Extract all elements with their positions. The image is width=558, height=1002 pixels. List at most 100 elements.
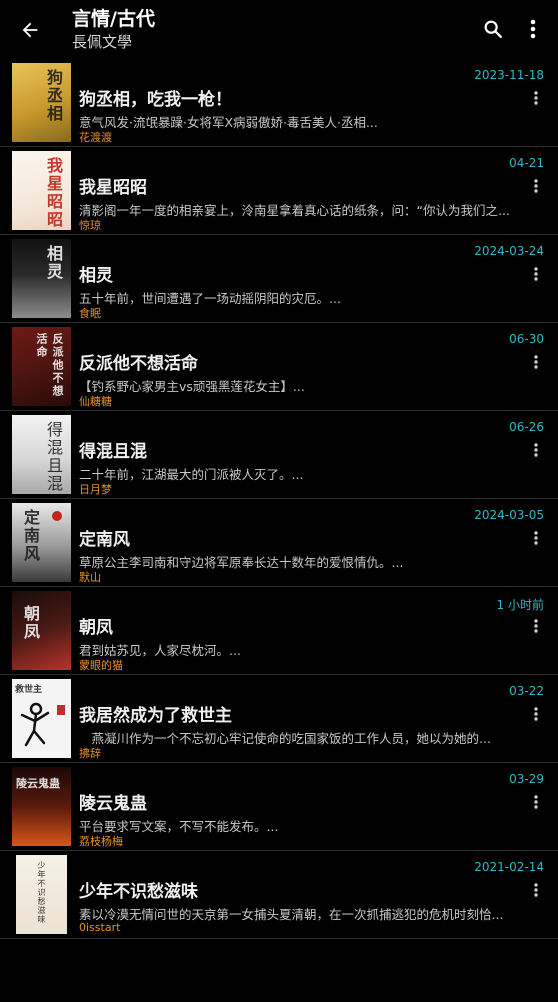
more-vertical-icon (534, 795, 538, 809)
book-row[interactable]: 我星昭昭 04-21 我星昭昭 清影阁一年一度的相亲宴上，泠南星拿着真心话的纸条… (0, 147, 558, 235)
book-date: 2024-03-24 (474, 244, 544, 258)
book-date: 06-26 (509, 420, 544, 434)
more-vertical-icon (534, 883, 538, 897)
overflow-menu-button[interactable] (518, 14, 548, 44)
book-description: 草原公主李司南和守边将军原奉长达十数年的爱恨情仇。... (79, 555, 404, 570)
book-author[interactable]: 食眠 (79, 305, 101, 321)
search-icon (484, 20, 502, 38)
book-title: 少年不识愁滋味 (79, 882, 198, 902)
book-description: 【钓系野心家男主vs顽强黑莲花女主】... (79, 379, 305, 394)
book-cover: 我星昭昭 (12, 151, 71, 230)
book-title: 相灵 (79, 266, 113, 286)
more-vertical-icon (534, 531, 538, 545)
book-row[interactable]: 少年不识愁滋味 2021-02-14 少年不识愁滋味 素以冷漠无情问世的天京第一… (0, 851, 558, 939)
book-title: 我星昭昭 (79, 178, 147, 198)
page-subtitle: 長佩文學 (72, 33, 133, 51)
more-vertical-icon (534, 443, 538, 457)
book-description: 五十年前，世间遭遇了一场动摇阴阳的灾厄。... (79, 291, 341, 306)
book-author[interactable]: 0isstart (79, 921, 120, 934)
book-cover-title: 少年不识愁滋味 (37, 861, 46, 924)
book-title: 我居然成为了救世主 (79, 706, 232, 726)
book-cover: 反派他不想活命 (12, 327, 71, 406)
book-row[interactable]: 救世主 03-22 我居然成为了救世主 燕凝川作为一个不忘初心牢记使命的吃国家饭… (0, 675, 558, 763)
book-cover-title: 反派他不想活命 (35, 333, 64, 398)
book-cover-title: 相灵 (44, 245, 63, 281)
book-cover: 相灵 (12, 239, 71, 318)
search-button[interactable] (478, 14, 508, 44)
book-cover-title: 救世主 (15, 685, 43, 695)
book-title: 陵云鬼蛊 (79, 794, 147, 814)
book-menu-button[interactable] (528, 89, 544, 107)
book-author[interactable]: 仙糖糖 (79, 393, 112, 409)
book-title: 定南风 (79, 530, 130, 550)
book-title: 朝凤 (79, 618, 113, 638)
book-menu-button[interactable] (528, 529, 544, 547)
book-description: 平台要求写文案，不写不能发布。... (79, 819, 279, 834)
book-menu-button[interactable] (528, 441, 544, 459)
more-vertical-icon (534, 619, 538, 633)
book-row[interactable]: 得混且混 06-26 得混且混 二十年前，江湖最大的门派被人灭了。... 日月梦 (0, 411, 558, 499)
book-author[interactable]: 花渡渡 (79, 129, 112, 145)
book-description: 意气风发·流氓暴躁·女将军X病弱傲娇·毒舌美人·丞相... (79, 115, 378, 130)
book-row[interactable]: 狗丞相 2023-11-18 狗丞相，吃我一枪！ 意气风发·流氓暴躁·女将军X病… (0, 59, 558, 147)
book-menu-button[interactable] (528, 177, 544, 195)
book-cover-title: 狗丞相 (44, 69, 63, 123)
book-cover: 陵云鬼蛊 (12, 767, 71, 846)
book-row[interactable]: 反派他不想活命 06-30 反派他不想活命 【钓系野心家男主vs顽强黑莲花女主】… (0, 323, 558, 411)
book-description: 素以冷漠无情问世的天京第一女捕头夏清朝，在一次抓捕逃犯的危机时刻恰... (79, 907, 504, 922)
book-cover: 狗丞相 (12, 63, 71, 142)
book-row[interactable]: 定南风 2024-03-05 定南风 草原公主李司南和守边将军原奉长达十数年的爱… (0, 499, 558, 587)
book-date: 1 小时前 (496, 598, 544, 612)
cover-sun-mark (52, 511, 62, 521)
book-menu-button[interactable] (528, 881, 544, 899)
book-date: 2023-11-18 (474, 68, 544, 82)
more-vertical-icon (534, 355, 538, 369)
back-button[interactable] (14, 14, 46, 46)
book-menu-button[interactable] (528, 353, 544, 371)
book-description: 清影阁一年一度的相亲宴上，泠南星拿着真心话的纸条，问：“你认为我们之... (79, 203, 510, 218)
book-date: 06-30 (509, 332, 544, 346)
book-description: 二十年前，江湖最大的门派被人灭了。... (79, 467, 304, 482)
book-row[interactable]: 相灵 2024-03-24 相灵 五十年前，世间遭遇了一场动摇阴阳的灾厄。...… (0, 235, 558, 323)
app-bar-titles: 言情/古代 長佩文學 (72, 8, 155, 52)
page-title: 言情/古代 (72, 8, 155, 30)
book-author[interactable]: 蒙眼的猫 (79, 657, 123, 673)
book-cover: 少年不识愁滋味 (16, 855, 67, 934)
book-title: 反派他不想活命 (79, 354, 198, 374)
more-vertical-icon (534, 707, 538, 721)
book-date: 03-22 (509, 684, 544, 698)
book-cover-title: 陵云鬼蛊 (16, 777, 60, 790)
book-description: 君到姑苏见，人家尽枕河。... (79, 643, 241, 658)
book-title: 狗丞相，吃我一枪！ (79, 90, 232, 110)
book-date: 03-29 (509, 772, 544, 786)
app-bar: 言情/古代 長佩文學 (0, 0, 558, 60)
book-cover: 朝凤 (12, 591, 71, 670)
book-row[interactable]: 朝凤 1 小时前 朝凤 君到姑苏见，人家尽枕河。... 蒙眼的猫 (0, 587, 558, 675)
arrow-left-icon (22, 22, 38, 38)
book-cover-title: 朝凤 (21, 605, 40, 641)
book-date: 2021-02-14 (474, 860, 544, 874)
book-cover: 救世主 (12, 679, 71, 758)
book-cover-title: 得混且混 (44, 421, 63, 493)
book-row[interactable]: 陵云鬼蛊 03-29 陵云鬼蛊 平台要求写文案，不写不能发布。... 荔枝杨梅 (0, 763, 558, 851)
book-menu-button[interactable] (528, 265, 544, 283)
book-menu-button[interactable] (528, 793, 544, 811)
book-cover-title: 我星昭昭 (44, 157, 63, 229)
book-title: 得混且混 (79, 442, 147, 462)
book-cover: 得混且混 (12, 415, 71, 494)
book-author[interactable]: 惊琼 (79, 217, 101, 233)
book-menu-button[interactable] (528, 705, 544, 723)
more-vertical-icon (534, 267, 538, 281)
book-author[interactable]: 默山 (79, 569, 101, 585)
more-vertical-icon (534, 91, 538, 105)
book-cover-title: 定南风 (21, 509, 40, 563)
app-root: 言情/古代 長佩文學 狗丞相 2023-11-18 狗丞相，吃我一枪！ 意气风发… (0, 0, 558, 1002)
more-vertical-icon (534, 179, 538, 193)
book-date: 04-21 (509, 156, 544, 170)
book-author[interactable]: 日月梦 (79, 481, 112, 497)
book-menu-button[interactable] (528, 617, 544, 635)
more-vertical-icon (530, 19, 536, 39)
book-cover: 定南风 (12, 503, 71, 582)
book-author[interactable]: 拂辞 (79, 745, 101, 761)
book-author[interactable]: 荔枝杨梅 (79, 833, 123, 849)
